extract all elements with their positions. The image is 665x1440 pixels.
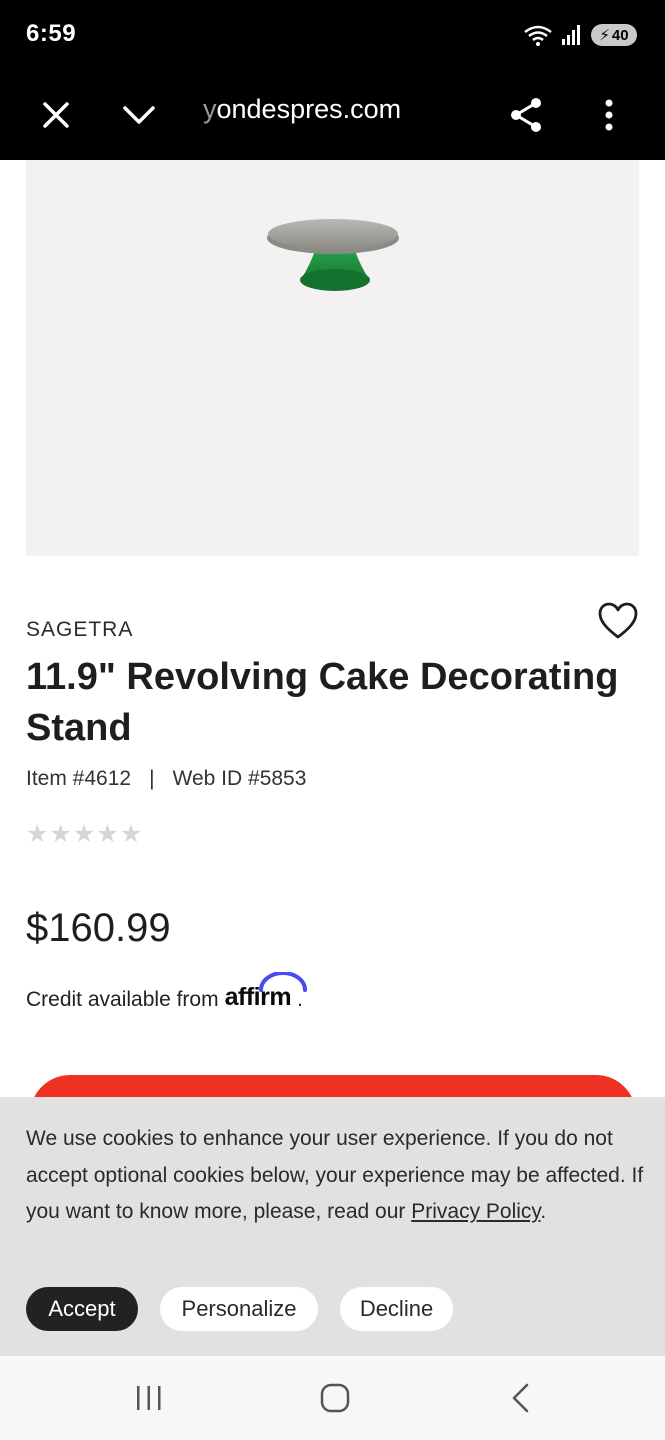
cake-stand-image bbox=[267, 219, 399, 291]
battery-icon: ⚡ 40 bbox=[591, 24, 637, 46]
system-nav-bar bbox=[0, 1356, 665, 1440]
rating-stars[interactable]: ★ ★ ★ ★ ★ bbox=[26, 820, 142, 848]
star-icon: ★ bbox=[26, 820, 49, 848]
url-prefix: y bbox=[203, 94, 217, 124]
item-number: Item #4612 bbox=[26, 767, 132, 790]
product-price: $160.99 bbox=[26, 906, 171, 950]
product-brand[interactable]: SAGETRA bbox=[26, 618, 133, 642]
battery-level: 40 bbox=[611, 26, 629, 44]
browser-toolbar: yondespres.com bbox=[0, 70, 665, 160]
share-icon[interactable] bbox=[503, 92, 549, 138]
url-domain: ondespres.com bbox=[216, 94, 402, 124]
status-time: 6:59 bbox=[26, 20, 77, 47]
product-title: 11.9" Revolving Cake Decorating Stand bbox=[26, 656, 619, 749]
privacy-policy-link[interactable]: Privacy Policy bbox=[411, 1200, 540, 1223]
cookie-message: We use cookies to enhance your user expe… bbox=[26, 1121, 646, 1231]
decline-button[interactable]: Decline bbox=[340, 1287, 453, 1331]
personalize-button[interactable]: Personalize bbox=[160, 1287, 318, 1331]
url-bar[interactable]: yondespres.com bbox=[203, 94, 401, 125]
bolt-icon: ⚡ bbox=[599, 27, 610, 44]
credit-text: Credit available from bbox=[26, 988, 219, 1011]
product-ids: Item #4612 | Web ID #5853 bbox=[26, 767, 306, 791]
star-icon: ★ bbox=[96, 820, 119, 848]
more-vert-icon[interactable] bbox=[586, 92, 632, 138]
id-separator: | bbox=[149, 767, 155, 790]
accept-button[interactable]: Accept bbox=[26, 1287, 138, 1331]
credit-info[interactable]: Credit available from affirm . bbox=[26, 972, 307, 1012]
signal-icon bbox=[562, 25, 580, 45]
cookie-link-suffix: . bbox=[540, 1200, 547, 1223]
chevron-down-icon[interactable] bbox=[116, 92, 162, 138]
affirm-logo[interactable]: affirm bbox=[225, 972, 307, 1012]
close-icon[interactable] bbox=[33, 92, 79, 138]
status-bar: 6:59 ⚡ 40 bbox=[0, 0, 665, 70]
recent-apps-icon[interactable] bbox=[124, 1378, 174, 1418]
status-icons: ⚡ 40 bbox=[523, 22, 637, 48]
heart-icon[interactable] bbox=[598, 602, 638, 640]
affirm-arc-icon bbox=[258, 972, 307, 992]
web-id: Web ID #5853 bbox=[172, 767, 307, 790]
wifi-icon bbox=[524, 25, 552, 46]
back-icon[interactable] bbox=[496, 1378, 546, 1418]
star-icon: ★ bbox=[72, 820, 96, 848]
cookie-text: We use cookies to enhance your user expe… bbox=[26, 1127, 644, 1223]
cookie-banner: We use cookies to enhance your user expe… bbox=[0, 1097, 665, 1356]
product-image[interactable] bbox=[26, 160, 639, 556]
star-icon: ★ bbox=[49, 820, 72, 848]
home-icon[interactable] bbox=[310, 1378, 360, 1418]
star-icon: ★ bbox=[119, 820, 143, 848]
